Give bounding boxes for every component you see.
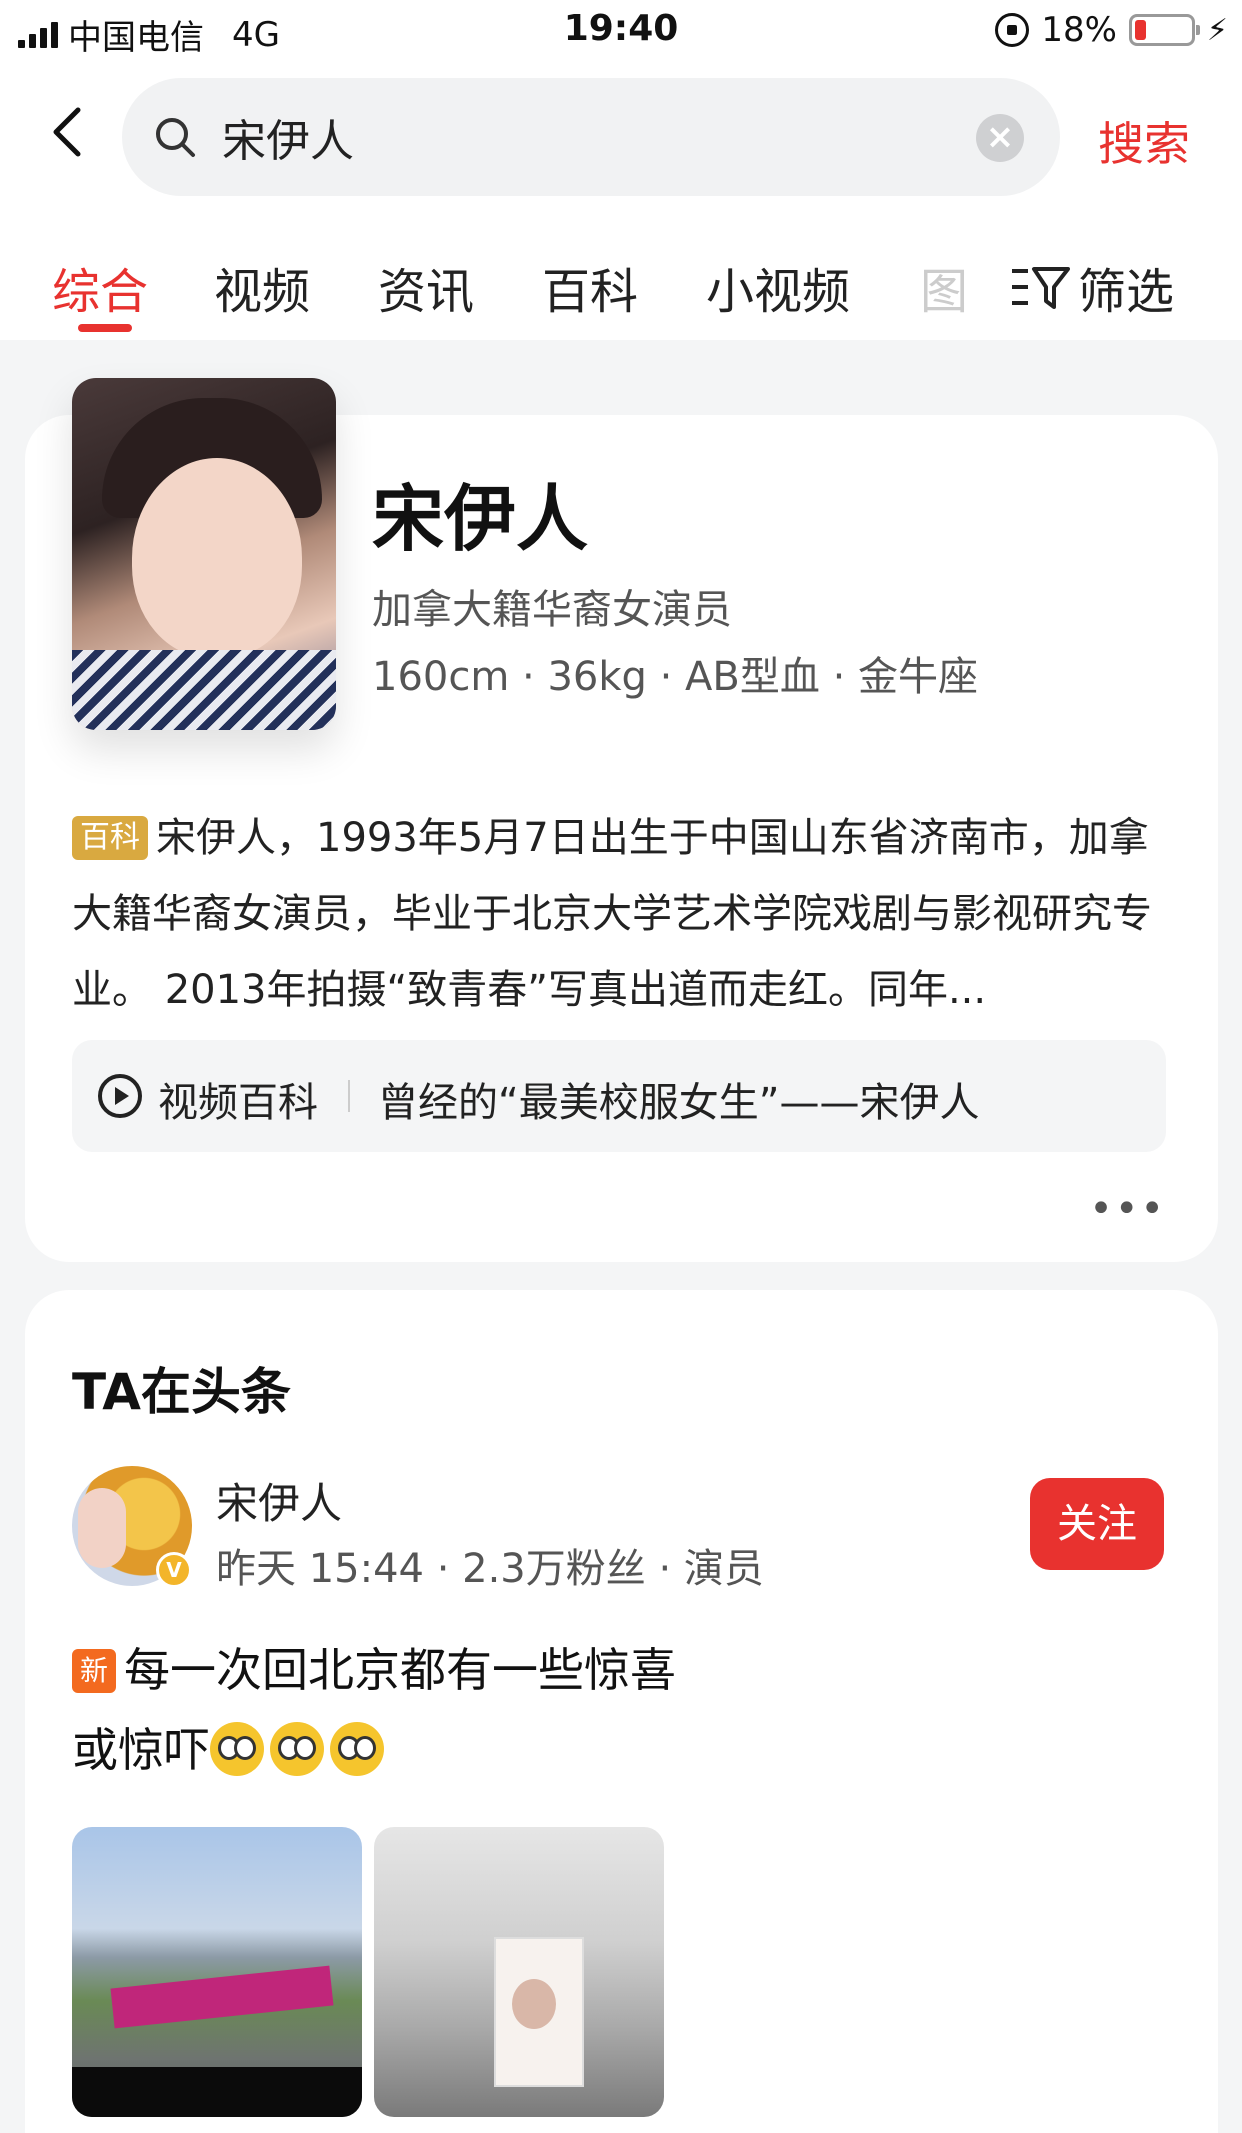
video-baike-row[interactable]: 视频百科 曾经的“最美校服女生”——宋伊人 (72, 1040, 1166, 1152)
follow-button[interactable]: 关注 (1030, 1478, 1164, 1570)
tab-short-video[interactable]: 小视频 (706, 252, 850, 322)
profile-description: 加拿大籍华裔女演员 (372, 587, 732, 633)
battery-icon (1128, 14, 1200, 46)
tab-baike[interactable]: 百科 (542, 252, 638, 322)
video-baike-title: 曾经的“最美校服女生”——宋伊人 (378, 1080, 980, 1126)
emoji-icon (210, 1722, 264, 1776)
more-icon[interactable]: ••• (1089, 1186, 1166, 1232)
tab-images-partial[interactable]: 图 (920, 252, 968, 322)
active-tab-indicator (78, 324, 132, 332)
divider (348, 1080, 350, 1112)
tab-bar: 综合 视频 资讯 百科 小视频 图 筛选 (0, 212, 1242, 340)
new-badge: 新 (72, 1649, 117, 1693)
clear-icon[interactable]: × (976, 114, 1024, 162)
chevron-left-icon (53, 107, 81, 157)
bio-text: 宋伊人，1993年5月7日出生于中国山东省济南市，加拿大籍华裔女演员，毕业于北京… (72, 815, 1152, 1013)
search-icon (156, 118, 195, 157)
tab-news[interactable]: 资讯 (378, 252, 474, 322)
search-header: × 搜索 (0, 62, 1242, 212)
search-box[interactable]: × (122, 78, 1060, 196)
author-name[interactable]: 宋伊人 (216, 1470, 342, 1531)
filter-icon (1011, 267, 1070, 309)
battery-percent: 18% (1041, 10, 1117, 50)
baike-badge: 百科 (72, 816, 148, 860)
emoji-icon (270, 1722, 324, 1776)
post-image-2[interactable] (374, 1827, 664, 2117)
verified-icon: V (156, 1552, 192, 1588)
profile-stats: 160cm · 36kg · AB型血 · 金牛座 (372, 654, 978, 700)
tab-comprehensive[interactable]: 综合 (52, 252, 148, 322)
charging-icon: ⚡ (1206, 12, 1228, 48)
filter-label: 筛选 (1077, 264, 1174, 320)
search-input[interactable] (222, 102, 982, 172)
video-baike-label: 视频百科 (158, 1080, 318, 1126)
post-image-1[interactable] (72, 1827, 362, 2117)
profile-bio[interactable]: 百科 宋伊人，1993年5月7日出生于中国山东省济南市，加拿大籍华裔女演员，毕业于… (72, 800, 1172, 1028)
profile-photo[interactable] (72, 378, 336, 730)
section-title: TA在头条 (72, 1363, 291, 1421)
post-text[interactable]: 新每一次回北京都有一些惊喜 或惊吓 (72, 1630, 1152, 1790)
back-button[interactable] (40, 102, 100, 162)
status-right: 18% ⚡ (995, 10, 1228, 50)
play-icon (98, 1074, 142, 1118)
status-bar: 中国电信 4G 19:40 18% ⚡ (0, 0, 1242, 62)
post-line-2: 或惊吓 (72, 1723, 210, 1777)
profile-name: 宋伊人 (372, 477, 589, 561)
author-meta: 昨天 15:44 · 2.3万粉丝 · 演员 (216, 1546, 764, 1592)
emoji-icon (330, 1722, 384, 1776)
search-button[interactable]: 搜索 (1098, 108, 1190, 174)
filter-button[interactable]: 筛选 (1010, 252, 1174, 322)
post-line-1: 每一次回北京都有一些惊喜 (124, 1643, 677, 1697)
rotation-lock-icon (995, 13, 1030, 47)
tab-video[interactable]: 视频 (214, 252, 310, 322)
